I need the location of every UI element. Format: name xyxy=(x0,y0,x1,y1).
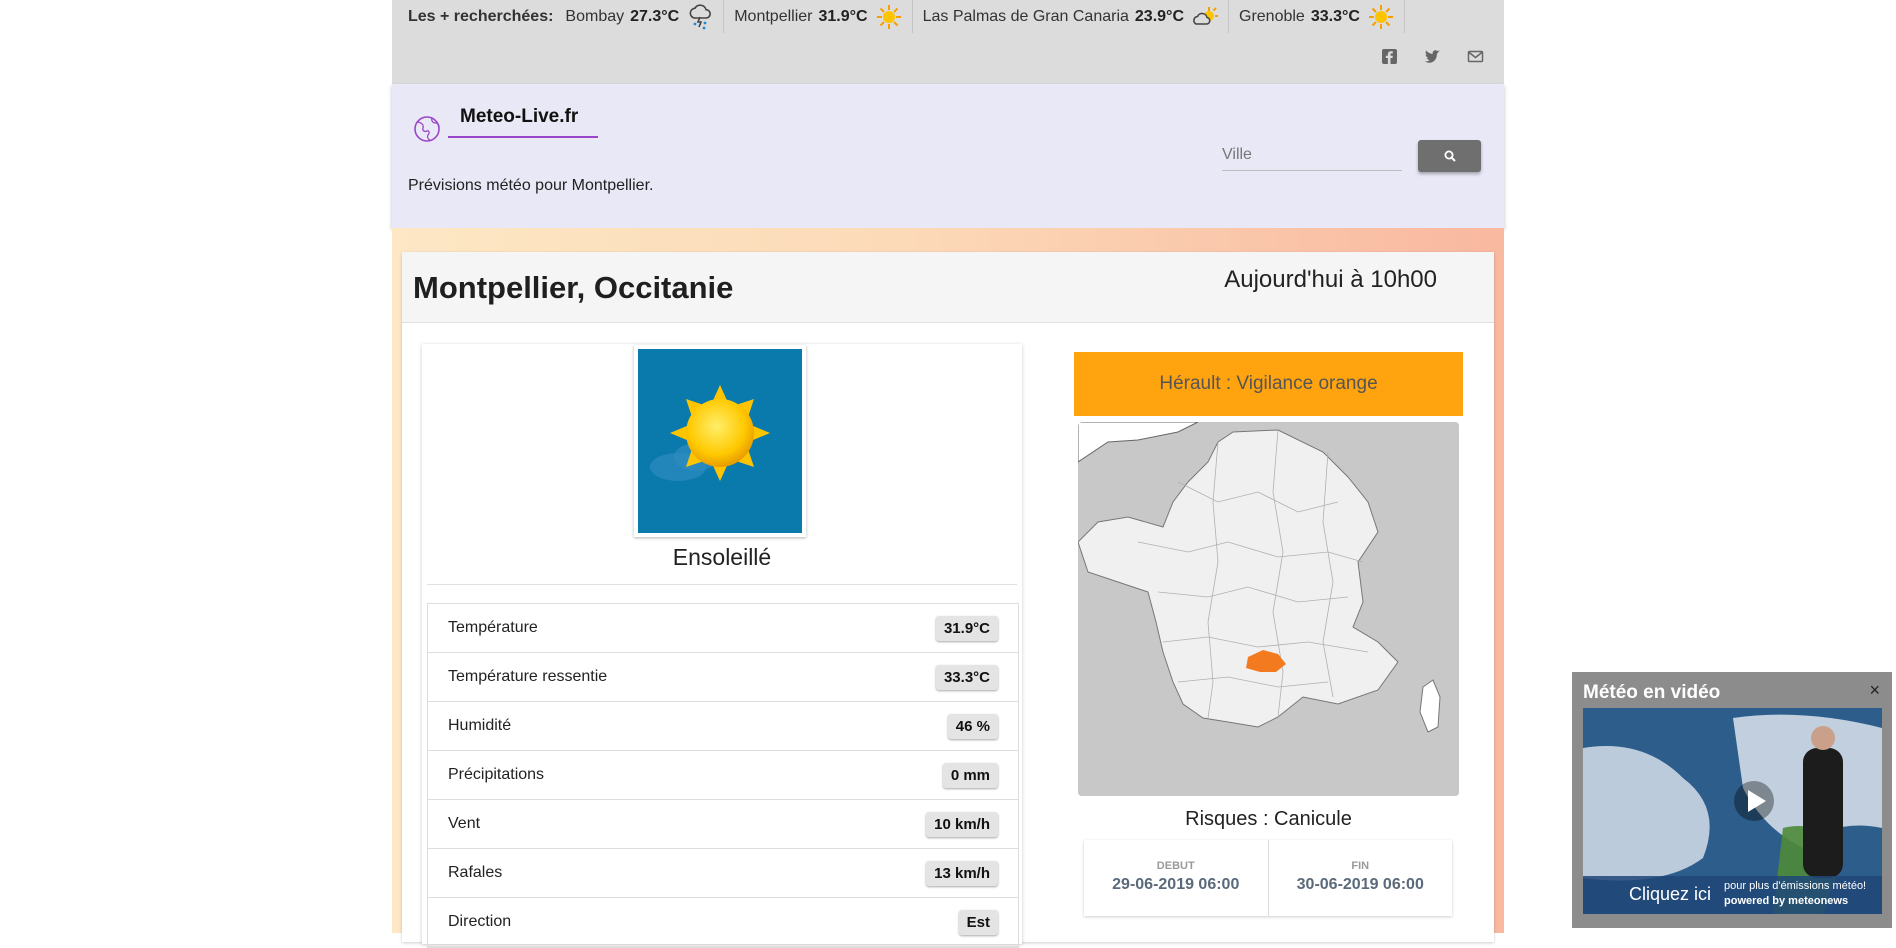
stat-value: 0 mm xyxy=(942,762,998,788)
table-row: Vent 10 km/h xyxy=(428,800,1018,849)
sun-icon xyxy=(876,4,902,30)
facebook-icon[interactable] xyxy=(1381,48,1398,65)
video-footer: Cliquez ici pour plus d'émissions météo!… xyxy=(1583,876,1882,914)
trending-temp: 23.9°C xyxy=(1134,7,1184,25)
vigilance-title: Hérault : Vigilance orange xyxy=(1159,373,1378,394)
video-title: Météo en vidéo xyxy=(1583,682,1721,703)
video-player[interactable]: Cliquez ici pour plus d'émissions météo!… xyxy=(1583,708,1882,914)
social-links xyxy=(1381,48,1484,65)
content-area: Montpellier, Occitanie Aujourd'hui à 10h… xyxy=(392,228,1504,948)
video-note-line1: pour plus d'émissions météo! xyxy=(1724,880,1867,892)
stat-value: Est xyxy=(958,909,998,935)
trending-cities: Les + recherchées: Bombay 27.3°C Montpel… xyxy=(408,0,1405,33)
page-subtitle: Prévisions météo pour Montpellier. xyxy=(408,177,654,194)
trending-temp: 31.9°C xyxy=(818,7,868,25)
stat-value: 10 km/h xyxy=(926,811,998,837)
table-row: Direction Est xyxy=(428,898,1018,947)
end-value: 30-06-2019 06:00 xyxy=(1296,876,1424,893)
video-note-line2: powered by meteonews xyxy=(1724,895,1849,907)
trending-city: Bombay xyxy=(565,7,625,25)
weather-image xyxy=(634,345,806,537)
trending-city: Grenoble xyxy=(1239,7,1305,25)
stat-label: Précipitations xyxy=(448,766,545,783)
start-label: DEBUT xyxy=(1156,860,1195,872)
weather-condition: Ensoleillé xyxy=(672,544,772,570)
play-icon[interactable] xyxy=(1733,780,1775,822)
trending-item-las-palmas[interactable]: Las Palmas de Gran Canaria 23.9°C xyxy=(913,0,1229,33)
trending-item-grenoble[interactable]: Grenoble 33.3°C xyxy=(1229,0,1405,33)
period-end: FIN 30-06-2019 06:00 xyxy=(1267,840,1453,916)
city-search-input[interactable] xyxy=(1222,140,1402,171)
france-map-image xyxy=(1078,422,1459,796)
card-header: Montpellier, Occitanie Aujourd'hui à 10h… xyxy=(402,252,1494,323)
vigilance-map[interactable] xyxy=(1078,422,1459,796)
start-value: 29-06-2019 06:00 xyxy=(1112,876,1240,893)
forecast-card: Montpellier, Occitanie Aujourd'hui à 10h… xyxy=(402,252,1494,948)
video-cta-link[interactable]: Cliquez ici xyxy=(1629,884,1711,905)
stat-value: 33.3°C xyxy=(935,664,998,690)
search-icon xyxy=(1444,150,1456,162)
page-title: Montpellier, Occitanie xyxy=(413,270,734,305)
divider xyxy=(427,584,1017,585)
trending-item-bombay[interactable]: Bombay 27.3°C xyxy=(565,0,725,33)
site-header: Meteo-Live.fr Prévisions météo pour Mont… xyxy=(392,84,1504,228)
stat-label: Vent xyxy=(448,815,481,832)
risk-label: Risques : Canicule xyxy=(1185,808,1352,830)
table-row: Température 31.9°C xyxy=(428,604,1018,653)
trending-temp: 27.3°C xyxy=(630,7,680,25)
page: Les + recherchées: Bombay 27.3°C Montpel… xyxy=(392,0,1504,948)
video-widget: Météo en vidéo × Cliquez ici pour plus d… xyxy=(1572,672,1892,928)
forecast-time: Aujourd'hui à 10h00 xyxy=(1224,266,1437,293)
table-row: Température ressentie 33.3°C xyxy=(428,653,1018,702)
stat-value: 31.9°C xyxy=(935,615,998,641)
stat-label: Humidité xyxy=(448,717,512,734)
stat-value: 13 km/h xyxy=(926,860,998,886)
sun-icon xyxy=(1368,4,1394,30)
stat-label: Direction xyxy=(448,913,512,930)
table-row: Humidité 46 % xyxy=(428,702,1018,751)
close-icon[interactable]: × xyxy=(1869,680,1880,701)
trending-city: Montpellier xyxy=(734,7,813,25)
stat-label: Température ressentie xyxy=(448,668,608,685)
weather-stats-table: Température 31.9°C Température ressentie… xyxy=(427,603,1019,948)
mail-icon[interactable] xyxy=(1467,48,1484,65)
logo-text: Meteo-Live.fr xyxy=(460,106,579,127)
top-bar: Les + recherchées: Bombay 27.3°C Montpel… xyxy=(392,0,1504,84)
end-label: FIN xyxy=(1351,860,1370,872)
vigilance-banner: Hérault : Vigilance orange xyxy=(1074,352,1463,416)
sunny-icon xyxy=(650,385,770,481)
stat-label: Rafales xyxy=(448,864,503,881)
video-note: pour plus d'émissions météo! powered by … xyxy=(1724,879,1866,909)
trending-city: Las Palmas de Gran Canaria xyxy=(922,7,1129,25)
stat-value: 46 % xyxy=(947,713,998,739)
logo-underline xyxy=(448,136,598,138)
trending-title: Les + recherchées: xyxy=(408,7,554,25)
sun-cloud-icon xyxy=(1192,4,1218,30)
stat-label: Température xyxy=(448,619,538,636)
thunder-rain-icon xyxy=(687,3,713,30)
period-start: DEBUT 29-06-2019 06:00 xyxy=(1084,840,1268,916)
trending-temp: 33.3°C xyxy=(1310,7,1360,25)
search-button[interactable] xyxy=(1418,140,1481,172)
table-row: Précipitations 0 mm xyxy=(428,751,1018,800)
table-row: Rafales 13 km/h xyxy=(428,849,1018,898)
trending-item-montpellier[interactable]: Montpellier 31.9°C xyxy=(724,0,913,33)
vigilance-period: DEBUT 29-06-2019 06:00 FIN 30-06-2019 06… xyxy=(1084,840,1452,916)
twitter-icon[interactable] xyxy=(1424,48,1441,65)
current-conditions-panel: Ensoleillé Température 31.9°C Températur… xyxy=(422,344,1022,948)
